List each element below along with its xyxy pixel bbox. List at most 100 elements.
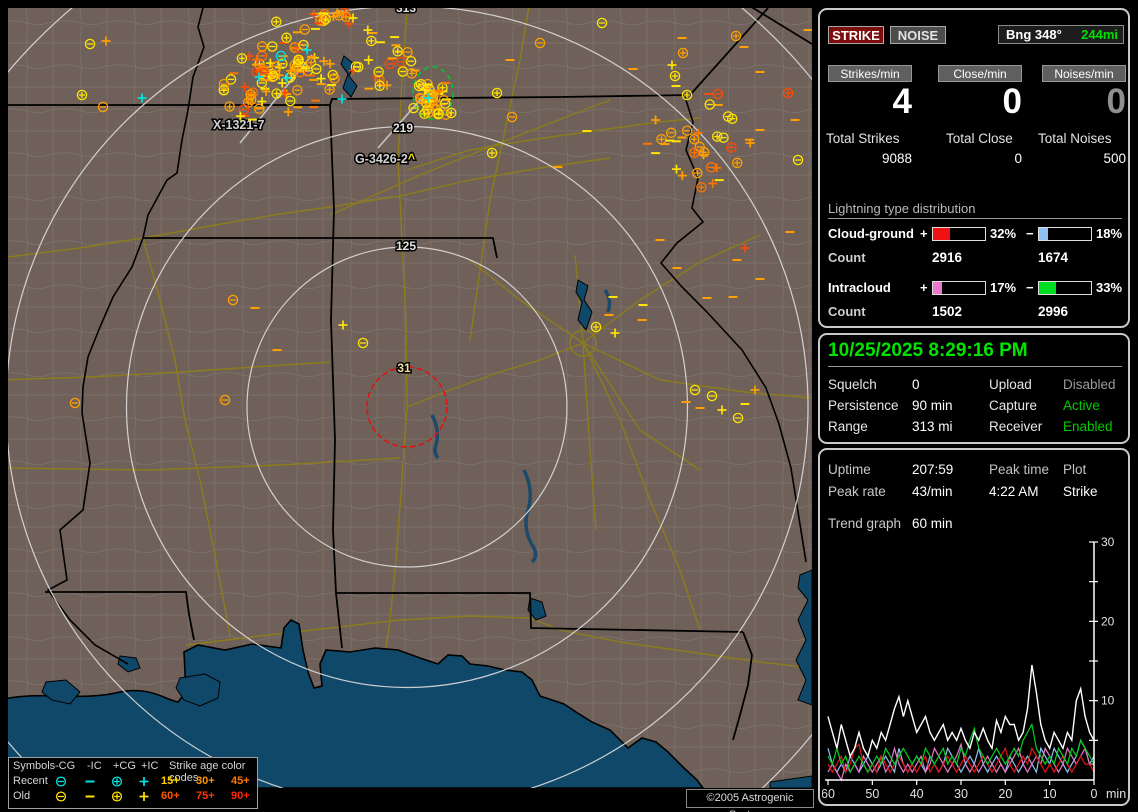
status-value-2: Active xyxy=(1063,398,1100,413)
status-row-1: Persistence 90 min Capture Active xyxy=(820,398,1128,416)
total-value-0: 9088 xyxy=(828,151,912,166)
total-label-0: Total Strikes xyxy=(826,131,900,146)
status-row-2: Range 313 mi Receiver Enabled xyxy=(820,419,1128,437)
trend-graph: 1020306050403020100min xyxy=(822,534,1126,800)
legend-symbol-glyphs xyxy=(9,775,159,788)
bearing-indicator: Bng 348° 244mi xyxy=(998,25,1124,44)
minus-sign: − xyxy=(1026,280,1034,295)
legend-age-code: 30+ xyxy=(196,775,215,787)
legend-age-code: 15+ xyxy=(161,775,180,787)
legend-header-0: Symbols xyxy=(13,760,55,772)
trend-graph-label: Trend graph xyxy=(828,516,901,531)
trend-y-tick-label: 20 xyxy=(1101,614,1115,628)
status-row-0: Squelch 0 Upload Disabled xyxy=(820,377,1128,395)
pos-count: 2916 xyxy=(932,250,962,265)
legend-symbols-row xyxy=(9,775,159,788)
legend-age-code: 90+ xyxy=(231,790,250,802)
legend-age-code: 45+ xyxy=(231,775,250,787)
legend-symbol-glyphs xyxy=(9,790,159,803)
session-panel: Uptime207:59Peak timePlotPeak rate43/min… xyxy=(818,448,1130,806)
trend-x-unit-label: min xyxy=(1106,787,1126,800)
lightning-map[interactable]: X-1321-7G-3426-2^31321912531 xyxy=(8,8,812,788)
neg-pct: 18% xyxy=(1096,226,1122,241)
status-label-1: Squelch xyxy=(828,377,877,392)
status-label-2: Receiver xyxy=(989,419,1042,434)
trend-y-tick-label: 30 xyxy=(1101,535,1115,549)
pos-pct: 17% xyxy=(990,280,1016,295)
rate-chip-0[interactable]: Strikes/min xyxy=(828,65,912,82)
trend-series-Total xyxy=(828,665,1094,756)
plus-sign: + xyxy=(920,226,928,241)
session-cell-0-2: Peak time xyxy=(989,462,1049,477)
status-value-1: 313 mi xyxy=(912,419,953,434)
pos-bar-fill xyxy=(933,282,942,294)
noise-button[interactable]: NOISE xyxy=(890,26,946,44)
pos-bar xyxy=(932,281,986,295)
session-cell-1-1: 43/min xyxy=(912,484,953,499)
distribution-title: Lightning type distribution xyxy=(828,201,975,216)
distribution-count-row-1: Count15022996 xyxy=(820,304,1128,320)
neg-count: 2996 xyxy=(1038,304,1068,319)
distribution-row-label: Intracloud xyxy=(828,280,891,295)
status-label-1: Range xyxy=(828,419,868,434)
neg-pct: 33% xyxy=(1096,280,1122,295)
rate-value-2: 0 xyxy=(1042,82,1126,122)
session-cell-0-1: 207:59 xyxy=(912,462,953,477)
ring-label-313: 313 xyxy=(396,8,416,15)
distribution-row-label: Cloud-ground xyxy=(828,226,914,241)
map-canvas: X-1321-7G-3426-2^31321912531 xyxy=(8,8,812,788)
count-label: Count xyxy=(828,304,866,319)
trend-graph-value: 60 min xyxy=(912,516,953,531)
datetime-display: 10/25/2025 8:29:16 PM xyxy=(828,340,1028,362)
counts-panel: STRIKE NOISE Bng 348° 244mi Strikes/min4… xyxy=(818,8,1130,328)
neg-bar xyxy=(1038,281,1092,295)
divider xyxy=(828,218,1122,219)
legend-age-code: 60+ xyxy=(161,790,180,802)
neg-count: 1674 xyxy=(1038,250,1068,265)
divider xyxy=(828,366,1122,367)
status-value-2: Disabled xyxy=(1063,377,1116,392)
distribution-count-row-0: Count 2916 1674 xyxy=(820,250,1128,266)
status-label-2: Upload xyxy=(989,377,1032,392)
total-label-2: Total Noises xyxy=(1038,131,1112,146)
session-cell-1-3: Strike xyxy=(1063,484,1098,499)
legend-header-3: +CG xyxy=(113,760,136,772)
status-value-1: 90 min xyxy=(912,398,953,413)
session-cell-1-2: 4:22 AM xyxy=(989,484,1039,499)
session-row-1: Peak rate 43/min 4:22 AM Strike xyxy=(820,484,1128,502)
legend-header-1: -CG xyxy=(55,760,75,772)
status-value-2: Enabled xyxy=(1063,419,1113,434)
total-value-2: 500 xyxy=(1042,151,1126,166)
storm-tracker-label: G-3426-2^ xyxy=(355,152,416,166)
session-row-0: Uptime207:59Peak timePlot xyxy=(820,462,1128,480)
distribution-row-0: Cloud-ground+32%−18% xyxy=(820,226,1128,242)
trend-x-tick-label: 20 xyxy=(998,787,1012,800)
copyright-label: ©2005 Astrogenic Systems xyxy=(686,789,814,808)
ring-label-125: 125 xyxy=(396,239,416,253)
status-panel: 10/25/2025 8:29:16 PM Squelch 0 Upload Disa… xyxy=(818,333,1130,444)
trend-x-tick-label: 40 xyxy=(910,787,924,800)
rate-chip-2[interactable]: Noises/min xyxy=(1042,65,1126,82)
trend-x-tick-label: 60 xyxy=(822,787,835,800)
trend-y-tick-label: 10 xyxy=(1101,694,1115,708)
bearing-range-value: 244mi xyxy=(1081,26,1118,43)
status-label-2: Capture xyxy=(989,398,1037,413)
session-cell-0-3: Plot xyxy=(1063,462,1086,477)
count-label: Count xyxy=(828,250,866,265)
total-value-1: 0 xyxy=(938,151,1022,166)
rate-value-0: 4 xyxy=(828,82,912,122)
distribution-row-1: Intracloud +17%− 33% xyxy=(820,280,1128,296)
status-label-1: Persistence xyxy=(828,398,899,413)
pos-pct: 32% xyxy=(990,226,1016,241)
rate-chip-1[interactable]: Close/min xyxy=(938,65,1022,82)
neg-bar-fill xyxy=(1039,228,1048,240)
legend-header-2: -IC xyxy=(87,760,102,772)
status-value-1: 0 xyxy=(912,377,920,392)
session-cell-1-0: Peak rate xyxy=(828,484,886,499)
lightning-app-window: X-1321-7G-3426-2^31321912531 Symbols-CG-… xyxy=(0,0,1138,812)
neg-bar xyxy=(1038,227,1092,241)
plus-sign: + xyxy=(920,280,928,295)
legend-age-code: 75+ xyxy=(196,790,215,802)
pos-bar-fill xyxy=(933,228,950,240)
strike-button[interactable]: STRIKE xyxy=(828,26,884,44)
